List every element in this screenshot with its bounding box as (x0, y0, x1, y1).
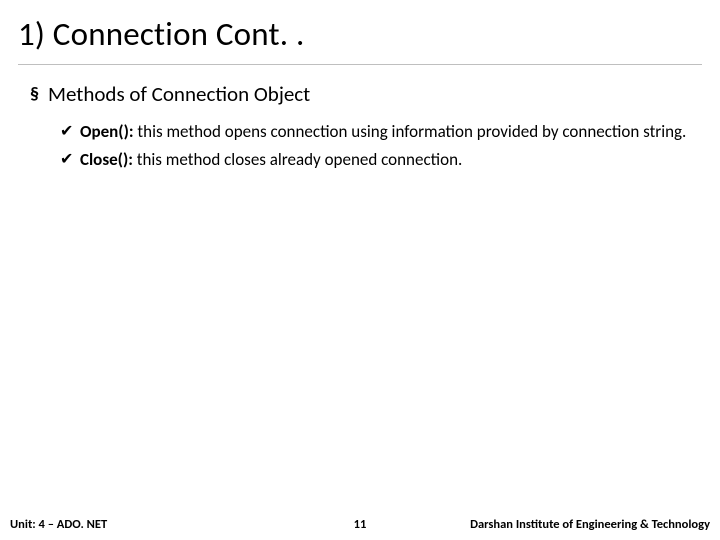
slide: 1) Connection Cont. . § Methods of Conne… (0, 0, 720, 540)
list-item-text: Close(): this method closes already open… (80, 148, 702, 172)
page-title: 1) Connection Cont. . (18, 10, 702, 65)
content-area: § Methods of Connection Object ✔ Open():… (18, 65, 702, 172)
method-name: Close(): (80, 149, 133, 170)
method-list: ✔ Open(): this method opens connection u… (30, 114, 702, 172)
footer-page-number: 11 (330, 517, 390, 532)
check-icon: ✔ (60, 148, 80, 172)
section-bullet-icon: § (30, 81, 48, 108)
method-desc: this method opens connection using infor… (134, 121, 687, 142)
section-heading-text: Methods of Connection Object (48, 81, 310, 108)
footer: Unit: 4 – ADO. NET 11 Darshan Institute … (0, 517, 720, 532)
check-icon: ✔ (60, 120, 80, 144)
list-item: ✔ Close(): this method closes already op… (60, 148, 702, 172)
method-desc: this method closes already opened connec… (133, 149, 462, 170)
method-name: Open(): (80, 121, 134, 142)
footer-institute: Darshan Institute of Engineering & Techn… (390, 517, 710, 532)
footer-unit: Unit: 4 – ADO. NET (10, 517, 330, 532)
list-item: ✔ Open(): this method opens connection u… (60, 120, 702, 144)
section-heading-row: § Methods of Connection Object (30, 81, 702, 108)
list-item-text: Open(): this method opens connection usi… (80, 120, 702, 144)
